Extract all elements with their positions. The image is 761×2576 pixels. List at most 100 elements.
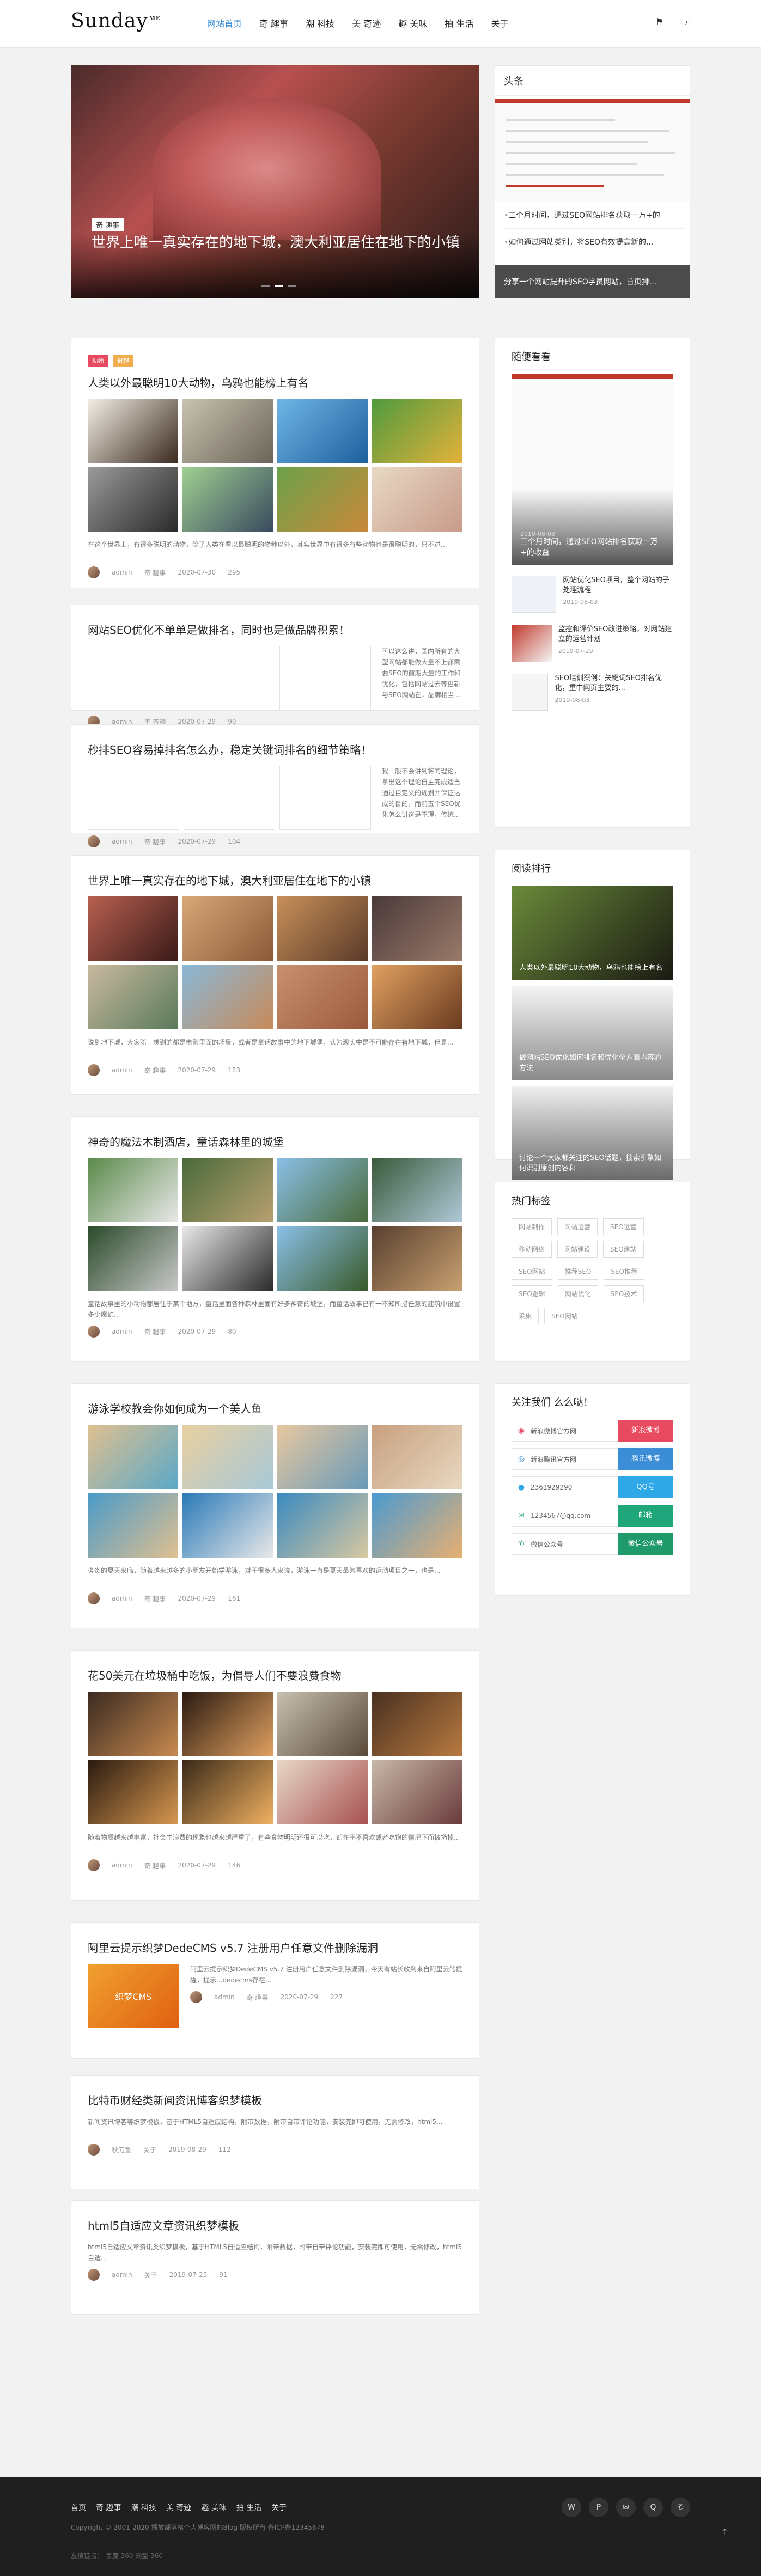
category[interactable]: 奇 趣事 xyxy=(144,1327,166,1336)
post-title[interactable]: 人类以外最聪明10大动物，乌鸦也能榜上有名 xyxy=(88,374,462,390)
author[interactable]: admin xyxy=(112,1066,132,1074)
tag[interactable]: SEO网站 xyxy=(544,1308,585,1324)
hero-slider[interactable]: 奇 趣事 世界上唯一真实存在的地下城，澳大利亚居住在地下的小镇 xyxy=(71,65,479,298)
gallery-image[interactable] xyxy=(372,896,462,961)
recommend-top-image[interactable]: 2019-08-03 三个月时间，通过SEO网站排名获取一万+的收益 xyxy=(512,374,673,565)
footer-nav-item[interactable]: 奇 趣事 xyxy=(96,2502,121,2513)
ranking-item[interactable]: 人类以外最聪明10大动物，乌鸦也能榜上有名 xyxy=(512,886,673,980)
gallery-image[interactable] xyxy=(277,896,368,961)
slider-dot-active[interactable] xyxy=(275,285,283,287)
footer-nav-item[interactable]: 美 奇迹 xyxy=(166,2502,191,2513)
thumb-image[interactable] xyxy=(279,646,371,710)
recommend-thumb[interactable] xyxy=(512,576,557,613)
footer-nav-item[interactable]: 趣 美味 xyxy=(201,2502,226,2513)
thumb-image[interactable] xyxy=(88,766,179,830)
badge[interactable]: 奇趣 xyxy=(113,355,133,367)
recommend-item-title[interactable]: 监控和评价SEO改进策略，对网站建立的运营计划 xyxy=(558,625,673,644)
post-thumb[interactable]: 织梦CMS xyxy=(88,1964,179,2028)
gallery-image[interactable] xyxy=(277,467,368,532)
follow-qq-button[interactable]: QQ号 xyxy=(618,1476,673,1498)
headline-item[interactable]: 三个月时间，通过SEO网站排名获取一万+的 xyxy=(504,202,684,229)
tag[interactable]: 采集 xyxy=(512,1308,539,1324)
recommend-item-title[interactable]: 网站优化SEO项目，整个网站的子处理流程 xyxy=(563,576,673,595)
gallery-image[interactable] xyxy=(277,965,368,1029)
author[interactable]: admin xyxy=(214,1993,235,2001)
tag[interactable]: SEO技术 xyxy=(603,1285,644,1302)
gallery-image[interactable] xyxy=(372,1760,462,1824)
gallery-image[interactable] xyxy=(88,896,178,961)
ranking-item-title[interactable]: 做网站SEO优化如何排名和优化全方面内容的方法 xyxy=(519,1053,666,1073)
nav-funny[interactable]: 奇 趣事 xyxy=(259,16,288,29)
gallery-image[interactable] xyxy=(277,1226,368,1291)
author[interactable]: admin xyxy=(112,1861,132,1869)
nav-about[interactable]: 关于 xyxy=(491,16,508,29)
share-icon[interactable]: P xyxy=(589,2498,608,2517)
tag[interactable]: 移动网络 xyxy=(512,1241,552,1258)
follow-weibo-button[interactable]: 新浪微博 xyxy=(618,1420,673,1442)
gallery-image[interactable] xyxy=(182,1425,273,1489)
thumb-image[interactable] xyxy=(279,766,371,830)
footer-nav-item[interactable]: 潮 科技 xyxy=(131,2502,156,2513)
thumb-image[interactable] xyxy=(184,646,275,710)
tag[interactable]: 网站建设 xyxy=(557,1241,598,1258)
footer-nav-item[interactable]: 关于 xyxy=(271,2502,287,2513)
recommend-top-title[interactable]: 三个月时间，通过SEO网站排名获取一万+的收益 xyxy=(520,536,665,558)
gallery-image[interactable] xyxy=(88,399,178,463)
hero-tag[interactable]: 奇 趣事 xyxy=(92,218,124,231)
wechat-icon[interactable]: ✆ xyxy=(671,2498,690,2517)
gallery-image[interactable] xyxy=(182,1493,273,1558)
nav-life[interactable]: 拍 生活 xyxy=(445,16,473,29)
category[interactable]: 奇 趣事 xyxy=(144,1594,166,1603)
category[interactable]: 奇 趣事 xyxy=(144,837,166,846)
gallery-image[interactable] xyxy=(372,965,462,1029)
recommend-item-title[interactable]: SEO培训案例：关键词SEO排名优化，重中网页主要的... xyxy=(555,674,673,693)
badge[interactable]: 动物 xyxy=(88,355,108,367)
category[interactable]: 奇 趣事 xyxy=(144,1861,166,1870)
gallery-image[interactable] xyxy=(182,1226,273,1291)
category[interactable]: 关于 xyxy=(144,2270,157,2280)
follow-wechat-button[interactable]: 微信公众号 xyxy=(618,1533,673,1555)
post-title[interactable]: 网站SEO优化不单单是做排名，同时也是做品牌积累！ xyxy=(88,621,462,637)
gallery-image[interactable] xyxy=(88,1425,178,1489)
category[interactable]: 关于 xyxy=(143,2145,156,2154)
gallery-image[interactable] xyxy=(182,1692,273,1756)
ranking-item[interactable]: 讨论一个大家都关注的SEO话题，搜索引擎如何识别原创内容和 xyxy=(512,1086,673,1180)
category[interactable]: 奇 趣事 xyxy=(247,1993,269,2002)
category[interactable]: 奇 趣事 xyxy=(144,1066,166,1075)
category[interactable]: 奇 趣事 xyxy=(144,568,166,577)
gallery-image[interactable] xyxy=(88,1493,178,1558)
gallery-image[interactable] xyxy=(88,1226,178,1291)
gallery-image[interactable] xyxy=(277,1158,368,1222)
tag[interactable]: 网站制作 xyxy=(512,1218,552,1235)
tag[interactable]: 网站运营 xyxy=(557,1218,598,1235)
gallery-image[interactable] xyxy=(372,1692,462,1756)
qq-icon[interactable]: Q xyxy=(643,2498,663,2517)
author[interactable]: admin xyxy=(112,838,132,845)
login-icon[interactable]: ⚑ xyxy=(656,16,663,27)
gallery-image[interactable] xyxy=(182,467,273,532)
gallery-image[interactable] xyxy=(277,1760,368,1824)
nav-home[interactable]: 网站首页 xyxy=(207,16,242,29)
author[interactable]: admin xyxy=(112,1328,132,1335)
gallery-image[interactable] xyxy=(277,399,368,463)
mail-icon[interactable]: ✉ xyxy=(616,2498,636,2517)
recommend-thumb[interactable] xyxy=(512,674,549,711)
gallery-image[interactable] xyxy=(182,399,273,463)
ranking-item-title[interactable]: 讨论一个大家都关注的SEO话题，搜索引擎如何识别原创内容和 xyxy=(519,1153,666,1174)
ranking-item-title[interactable]: 人类以外最聪明10大动物，乌鸦也能榜上有名 xyxy=(519,963,666,973)
gallery-image[interactable] xyxy=(372,1158,462,1222)
search-icon[interactable]: ⌕ xyxy=(685,16,690,27)
gallery-image[interactable] xyxy=(88,1692,178,1756)
author[interactable]: 秋刀鱼 xyxy=(112,2145,131,2154)
hero-title[interactable]: 世界上唯一真实存在的地下城，澳大利亚居住在地下的小镇 xyxy=(92,232,462,254)
footer-nav-item[interactable]: 首页 xyxy=(71,2502,86,2513)
post-title[interactable]: 秒排SEO容易掉排名怎么办，稳定关键词排名的细节策略！ xyxy=(88,741,462,757)
nav-food[interactable]: 趣 美味 xyxy=(398,16,427,29)
gallery-image[interactable] xyxy=(182,1158,273,1222)
footer-links[interactable]: 友情链接： 百度 360 网盘 360 xyxy=(71,2551,163,2560)
gallery-image[interactable] xyxy=(277,1493,368,1558)
headline-item-active[interactable]: 分享一个网站提升的SEO学员网站，首页排... xyxy=(495,265,690,298)
post-title[interactable]: 花50美元在垃圾桶中吃饭，为倡导人们不要浪费食物 xyxy=(88,1667,462,1683)
tag[interactable]: SEO建站 xyxy=(603,1241,644,1258)
post-title[interactable]: 游泳学校教会你如何成为一个美人鱼 xyxy=(88,1400,462,1416)
